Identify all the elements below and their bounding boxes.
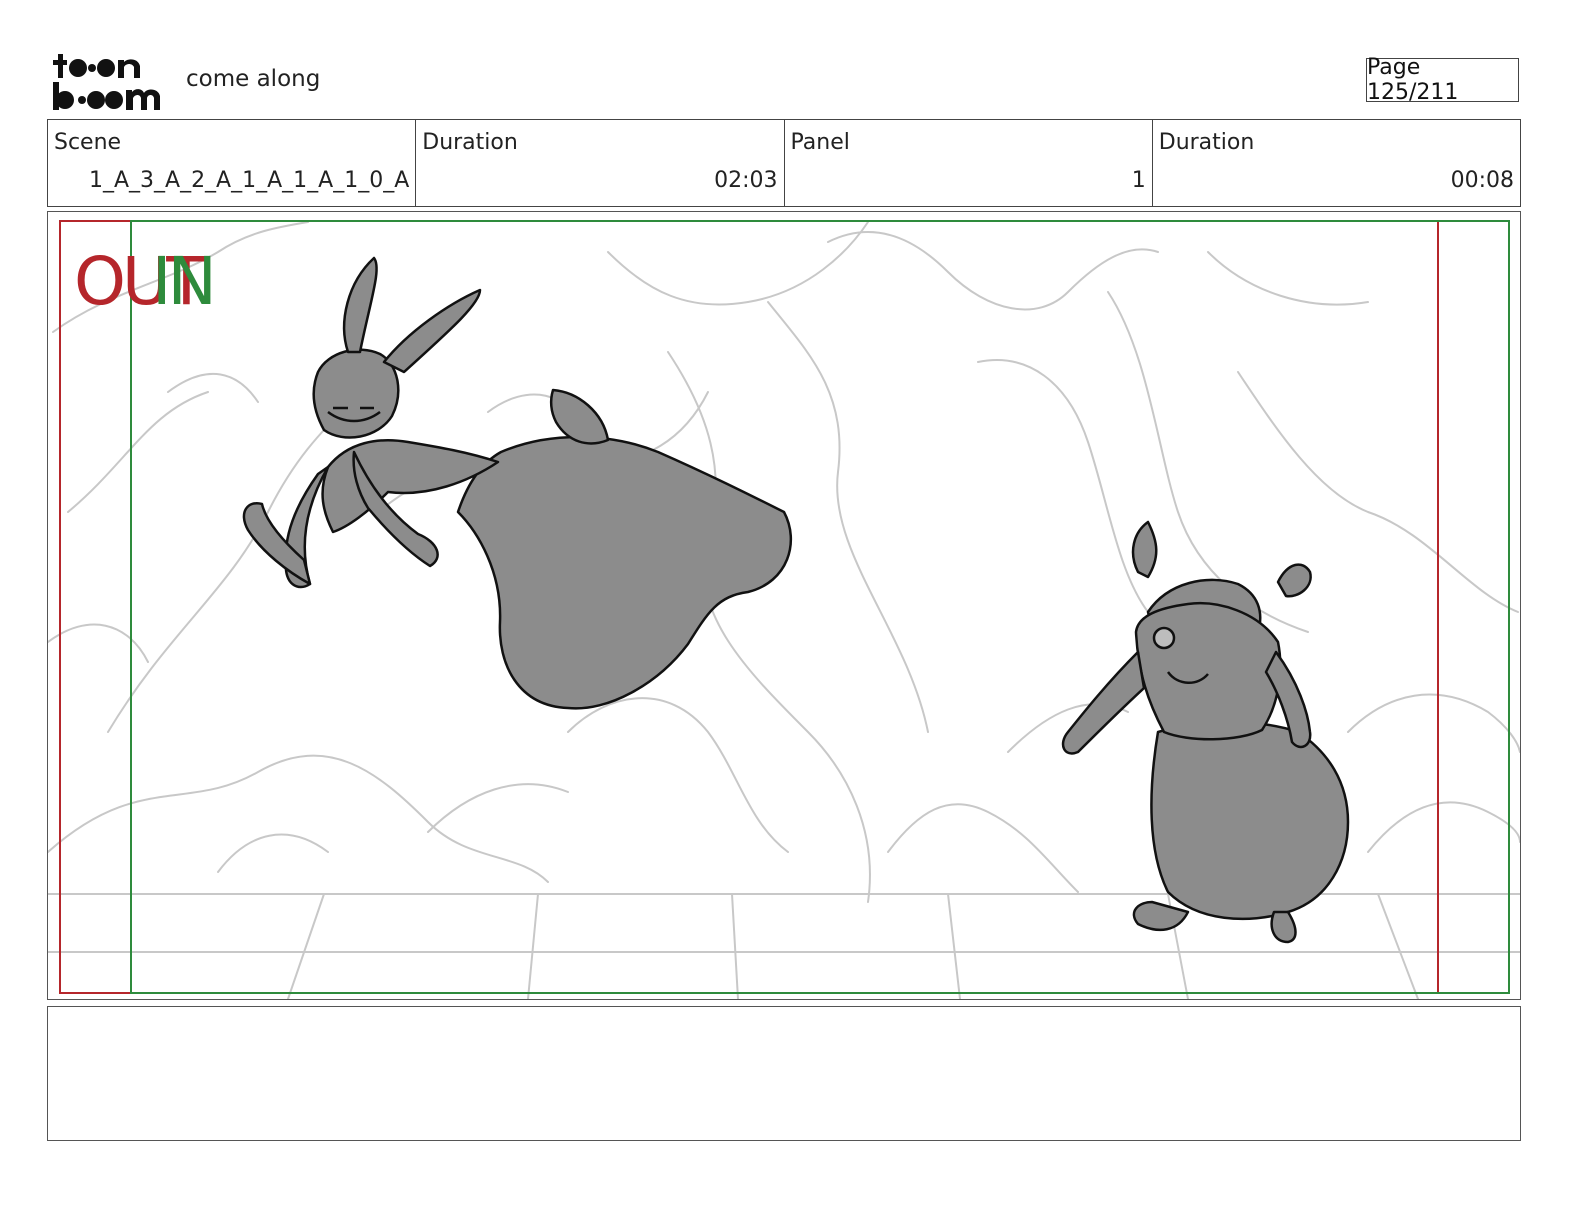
toon-boom-logo [53, 54, 160, 110]
panel-label: Panel [790, 130, 850, 155]
panel-drawing: OUT IN [48, 220, 1520, 999]
scene-duration-cell: Duration 02:03 [415, 120, 783, 206]
panel-cell: Panel 1 [783, 120, 1152, 206]
panel-duration-label: Duration [1158, 130, 1255, 155]
in-mark: IN [152, 243, 213, 320]
caption-box [47, 1006, 1521, 1141]
scene-cell: Scene 1_A_3_A_2_A_1_A_1_A_1_0_A [48, 120, 415, 206]
panel-value: 1 [1131, 168, 1146, 193]
rabbit-character [242, 256, 793, 710]
scene-value: 1_A_3_A_2_A_1_A_1_A_1_0_A [88, 168, 410, 193]
storyboard-panel: OUT IN [47, 211, 1521, 1000]
panel-duration-value: 00:08 [1450, 168, 1514, 193]
scene-info-table: Scene 1_A_3_A_2_A_1_A_1_A_1_0_A Duration… [47, 119, 1521, 207]
page-counter: Page 125/211 [1366, 55, 1519, 105]
panel-duration-cell: Duration 00:08 [1151, 120, 1520, 206]
scene-duration-label: Duration [422, 130, 518, 155]
girl-character [1061, 520, 1350, 944]
scene-duration-value: 02:03 [714, 168, 778, 193]
project-title: come along [186, 66, 321, 92]
scene-label: Scene [54, 130, 122, 155]
